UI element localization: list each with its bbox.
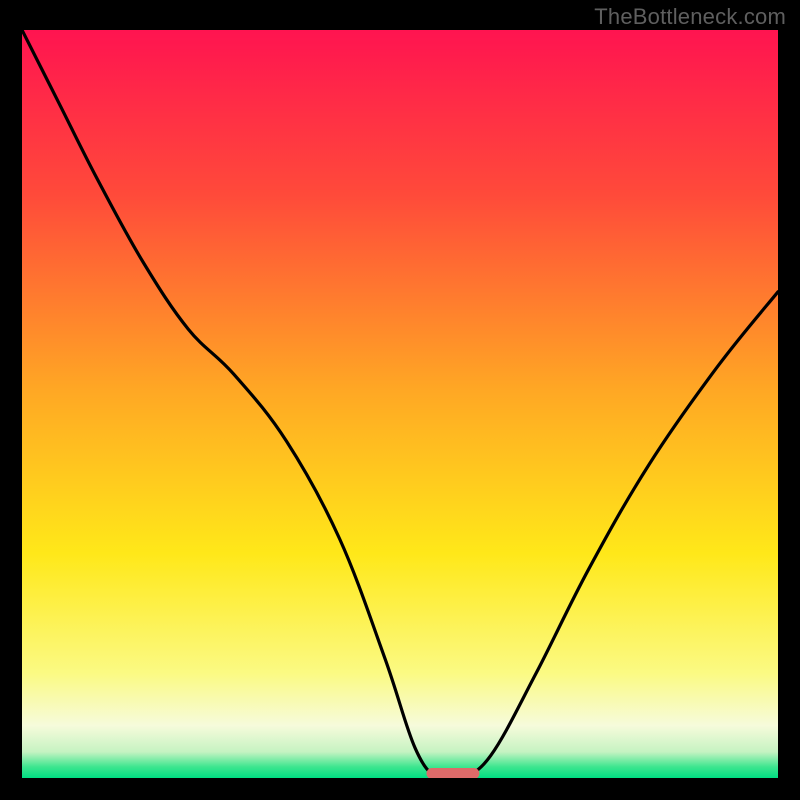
plot-svg xyxy=(22,30,778,778)
chart-frame: TheBottleneck.com xyxy=(0,0,800,800)
gradient-background xyxy=(22,30,778,778)
optimum-marker xyxy=(426,768,479,778)
watermark-label: TheBottleneck.com xyxy=(594,4,786,30)
bottleneck-plot xyxy=(22,30,778,778)
